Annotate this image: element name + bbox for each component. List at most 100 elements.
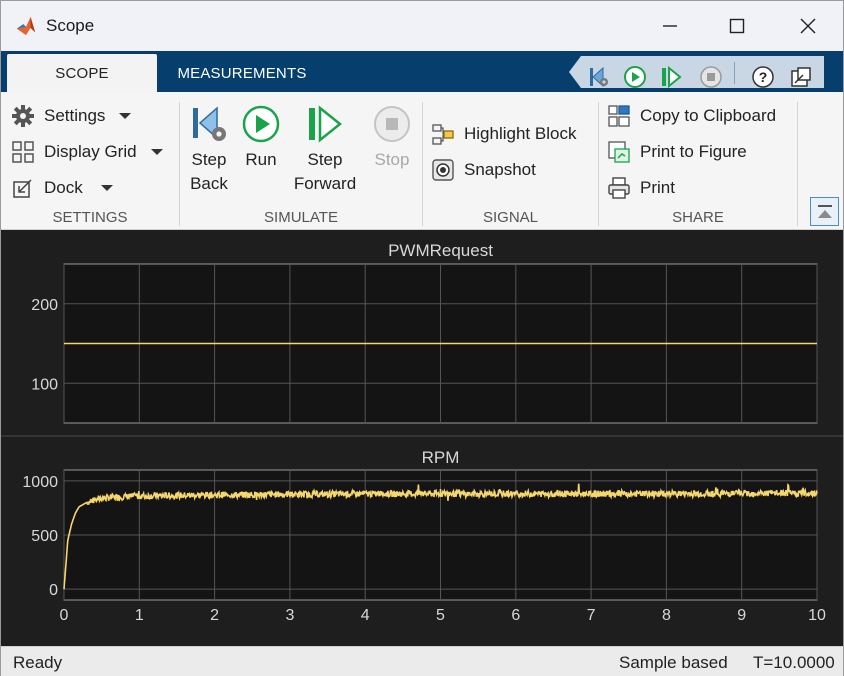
rpm-x-tick-label: 0 <box>60 607 69 624</box>
highlight-block-button[interactable]: Highlight Block <box>431 122 576 146</box>
gear-icon <box>11 104 35 128</box>
dock-label: Dock <box>44 178 83 197</box>
group-label-share: SHARE <box>672 209 724 226</box>
print-to-figure-icon <box>607 140 631 164</box>
rpm-x-tick-label: 6 <box>511 607 520 624</box>
close-button[interactable] <box>775 1 841 51</box>
rpm-title: RPM <box>422 448 460 467</box>
step-forward-icon <box>662 65 682 88</box>
step-back-label-1: Step <box>191 150 227 169</box>
window-title: Scope <box>46 16 95 35</box>
close-icon <box>800 18 816 34</box>
printer-icon <box>607 176 631 200</box>
settings-label: Settings <box>44 106 106 125</box>
stop-button[interactable]: Stop <box>370 104 414 172</box>
stop-icon <box>372 104 412 144</box>
rpm-x-tick-label: 10 <box>808 607 826 624</box>
rpm-y-tick-label: 1000 <box>22 474 58 491</box>
title-bar: Scope <box>1 1 843 51</box>
snapshot-label: Snapshot <box>464 160 536 179</box>
tab-scope[interactable]: SCOPE <box>7 54 157 92</box>
qa-undock-button[interactable] <box>789 65 813 88</box>
step-forward-label-2: Forward <box>293 174 357 193</box>
step-back-label-2: Back <box>190 174 228 193</box>
print-label: Print <box>640 178 675 197</box>
rpm-x-tick-label: 3 <box>285 607 294 624</box>
minimize-button[interactable] <box>637 1 703 51</box>
run-icon <box>241 104 281 144</box>
chevron-down-icon <box>119 113 132 119</box>
minimize-icon <box>663 25 677 27</box>
status-time: T=10.0000 <box>753 653 835 672</box>
tab-measurements[interactable]: MEASUREMENTS <box>164 54 320 92</box>
status-bar: Ready Sample based T=10.0000 <box>1 646 843 676</box>
step-back-icon <box>590 66 608 88</box>
run-button[interactable]: Run <box>239 104 283 172</box>
toolstrip-tabs: SCOPE MEASUREMENTS ? <box>1 51 843 92</box>
qa-step-forward-button[interactable] <box>659 65 683 88</box>
scope-window: Scope SCOPE MEASUREMENTS ? Settings Disp… <box>0 0 844 676</box>
qa-stop-button[interactable] <box>699 65 723 88</box>
run-label: Run <box>245 150 277 169</box>
group-separator <box>598 102 599 226</box>
display-grid-label: Display Grid <box>44 142 137 161</box>
rpm-x-tick-label: 2 <box>210 607 219 624</box>
highlight-block-icon <box>431 122 455 146</box>
group-label-signal: SIGNAL <box>482 209 539 226</box>
print-to-figure-button[interactable]: Print to Figure <box>607 140 747 164</box>
print-button[interactable]: Print <box>607 176 675 200</box>
pwmrequest-title: PWMRequest <box>388 241 493 260</box>
toolstrip-ribbon: Settings Display Grid Dock SETTINGS Step… <box>1 92 843 230</box>
copy-to-clipboard-label: Copy to Clipboard <box>640 106 777 125</box>
rpm-x-tick-label: 9 <box>737 607 746 624</box>
rpm-x-tick-label: 8 <box>662 607 671 624</box>
print-to-figure-label: Print to Figure <box>640 142 747 161</box>
step-forward-button[interactable]: Step Forward <box>290 104 360 196</box>
qa-step-back-button[interactable] <box>587 65 611 88</box>
copy-to-clipboard-button[interactable]: Copy to Clipboard <box>607 104 776 128</box>
grid-icon <box>11 140 35 164</box>
pwmrequest-y-tick-label: 200 <box>31 297 58 314</box>
quick-access-toolbar: ? <box>569 56 824 88</box>
rpm-x-tick-label: 5 <box>436 607 445 624</box>
stop-label: Stop <box>374 150 410 169</box>
collapse-up-icon <box>817 204 832 218</box>
pwmrequest-y-tick-label: 100 <box>31 376 58 393</box>
rpm-x-tick-label: 1 <box>135 607 144 624</box>
run-icon <box>624 66 646 88</box>
undock-icon <box>791 67 811 87</box>
dock-button[interactable]: Dock <box>11 176 113 200</box>
stop-icon <box>700 66 722 88</box>
qa-run-button[interactable] <box>623 65 647 88</box>
svg-text:?: ? <box>759 69 768 85</box>
collapse-toolstrip-button[interactable] <box>810 197 839 226</box>
snapshot-button[interactable]: Snapshot <box>431 158 536 182</box>
status-sample-mode: Sample based <box>619 653 728 672</box>
step-forward-icon <box>305 104 345 144</box>
scope-plots-svg: PWMRequest100200RPM0 1 2 3 4 5 6 7 8 9 1005001000 <box>1 241 843 624</box>
maximize-button[interactable] <box>704 1 770 51</box>
group-separator <box>179 102 180 226</box>
maximize-icon <box>729 18 745 34</box>
group-label-settings: SETTINGS <box>52 209 128 226</box>
highlight-block-label: Highlight Block <box>464 124 577 143</box>
step-back-button[interactable]: Step Back <box>187 104 231 196</box>
settings-button[interactable]: Settings <box>11 104 132 128</box>
status-text: Ready <box>13 653 63 672</box>
help-icon: ? <box>752 66 774 88</box>
dock-icon <box>11 176 35 200</box>
step-back-icon <box>189 104 229 144</box>
chevron-down-icon <box>150 149 163 155</box>
group-label-simulate: SIMULATE <box>264 209 338 226</box>
scope-display: PWMRequest 100 200 RPM 0 1 2 3 4 5 6 7 8 9 10 0 500 1000 <box>1 230 843 646</box>
step-forward-label-1: Step <box>307 150 343 169</box>
qa-separator <box>734 62 735 84</box>
snapshot-icon <box>431 158 455 182</box>
clipboard-icon <box>607 104 631 128</box>
rpm-x-tick-label: 7 <box>587 607 596 624</box>
chevron-down-icon <box>100 185 113 191</box>
rpm-y-tick-label: 0 <box>49 582 58 599</box>
rpm-x-tick-label: 4 <box>361 607 370 624</box>
display-grid-button[interactable]: Display Grid <box>11 140 163 164</box>
qa-help-button[interactable]: ? <box>751 65 775 88</box>
